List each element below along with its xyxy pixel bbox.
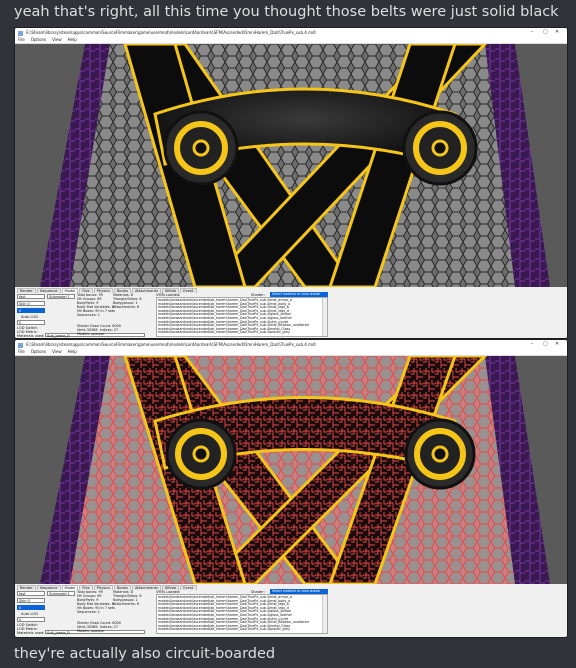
menu-help[interactable]: Help	[68, 37, 77, 42]
body-dropdown[interactable]: fast	[17, 591, 45, 596]
tab-model[interactable]: Model	[61, 585, 79, 590]
skin-dropdown[interactable]: Skin 0	[17, 301, 45, 306]
menu-help[interactable]: Help	[68, 349, 77, 354]
maximize-icon[interactable]: ▢	[543, 340, 548, 349]
tab-render[interactable]: Render	[17, 288, 36, 293]
lod-switch-input[interactable]: 0	[17, 320, 45, 325]
message-text-bottom: they're actually also circuit-boarded	[14, 646, 276, 662]
menu-bar: File Options View Help	[15, 349, 567, 356]
minimize-icon[interactable]: –	[531, 28, 534, 37]
tab-sequence[interactable]: Sequence	[36, 585, 61, 590]
close-icon[interactable]: ✕	[555, 28, 559, 37]
auto-lod-label[interactable]: Auto LOD	[21, 315, 38, 319]
app-icon	[18, 342, 23, 348]
vmt-listbox[interactable]: models\lordaardvark\ascended\ab_harem\ha…	[156, 297, 328, 337]
model-stats-col2: Materials: 8 Triangle/Strips: 8 Bodygrou…	[113, 590, 142, 606]
model-render	[15, 44, 567, 287]
model-render	[15, 356, 567, 584]
app-icon	[18, 30, 23, 36]
tab-model[interactable]: Model	[61, 288, 79, 293]
submodel-dropdown[interactable]: Submodel 1	[47, 294, 75, 299]
vmt-listbox[interactable]: models\lordaardvark\ascended\ab_harem\ha…	[156, 594, 328, 634]
window-titlebar: E:\Steam\library\steamapps\common\Source…	[15, 340, 567, 349]
menu-view[interactable]: View	[52, 349, 62, 354]
left-ring-icon	[165, 418, 237, 490]
menu-bar: File Options View Help	[15, 37, 567, 44]
right-ring-icon	[402, 110, 478, 186]
menu-view[interactable]: View	[52, 37, 62, 42]
submodel-dropdown[interactable]: Submodel 1	[47, 591, 75, 596]
model-viewport[interactable]	[15, 356, 567, 584]
tab-event[interactable]: Event	[180, 288, 197, 293]
left-ring-icon	[163, 110, 239, 186]
window-title: E:\Steam\library\steamapps\common\Source…	[26, 30, 316, 35]
menu-file[interactable]: File	[18, 349, 25, 354]
lod-switch-input[interactable]: 0	[17, 617, 45, 622]
listbox-scrollbar[interactable]	[322, 298, 327, 336]
message-text-top: yeah that's right, all this time you tho…	[14, 4, 559, 20]
menu-options[interactable]: Options	[31, 349, 46, 354]
right-ring-icon	[404, 418, 476, 490]
tab-sequence[interactable]: Sequence	[36, 288, 61, 293]
menu-options[interactable]: Options	[31, 37, 46, 42]
screenshot-solid-belts[interactable]: E:\Steam\library\steamapps\common\Source…	[14, 27, 568, 339]
materials-used-label: Materials used:	[17, 334, 45, 338]
menu-file[interactable]: File	[18, 37, 25, 42]
close-icon[interactable]: ✕	[555, 340, 559, 349]
lod-dropdown[interactable]: 0	[17, 308, 45, 313]
model-panel: Render Sequence Model Flex Physics Bones…	[15, 584, 567, 636]
tab-event[interactable]: Event	[180, 585, 197, 590]
materials-used-label: Materials used:	[17, 631, 45, 635]
model-panel: Render Sequence Model Flex Physics Bones…	[15, 287, 567, 338]
model-viewport[interactable]	[15, 44, 567, 287]
window-title: E:\Steam\library\steamapps\common\Source…	[26, 342, 316, 347]
list-item[interactable]: models\lordaardvark\ascended\ab_harem\ha…	[158, 331, 326, 335]
window-titlebar: E:\Steam\library\steamapps\common\Source…	[15, 28, 567, 37]
minimize-icon[interactable]: –	[531, 340, 534, 349]
auto-lod-label[interactable]: Auto LOD	[21, 612, 38, 616]
list-item[interactable]: models\lordaardvark\ascended\ab_harem\ha…	[158, 628, 326, 632]
skin-dropdown[interactable]: Skin 0	[17, 598, 45, 603]
listbox-scrollbar[interactable]	[322, 595, 327, 633]
screenshot-circuit-belts[interactable]: E:\Steam\library\steamapps\common\Source…	[14, 339, 568, 638]
body-dropdown[interactable]: fast	[17, 294, 45, 299]
maximize-icon[interactable]: ▢	[543, 28, 548, 37]
lod-dropdown[interactable]: 0	[17, 605, 45, 610]
model-stats-col2: Materials: 8 Triangle/Strips: 8 Bodygrou…	[113, 293, 142, 309]
tab-render[interactable]: Render	[17, 585, 36, 590]
